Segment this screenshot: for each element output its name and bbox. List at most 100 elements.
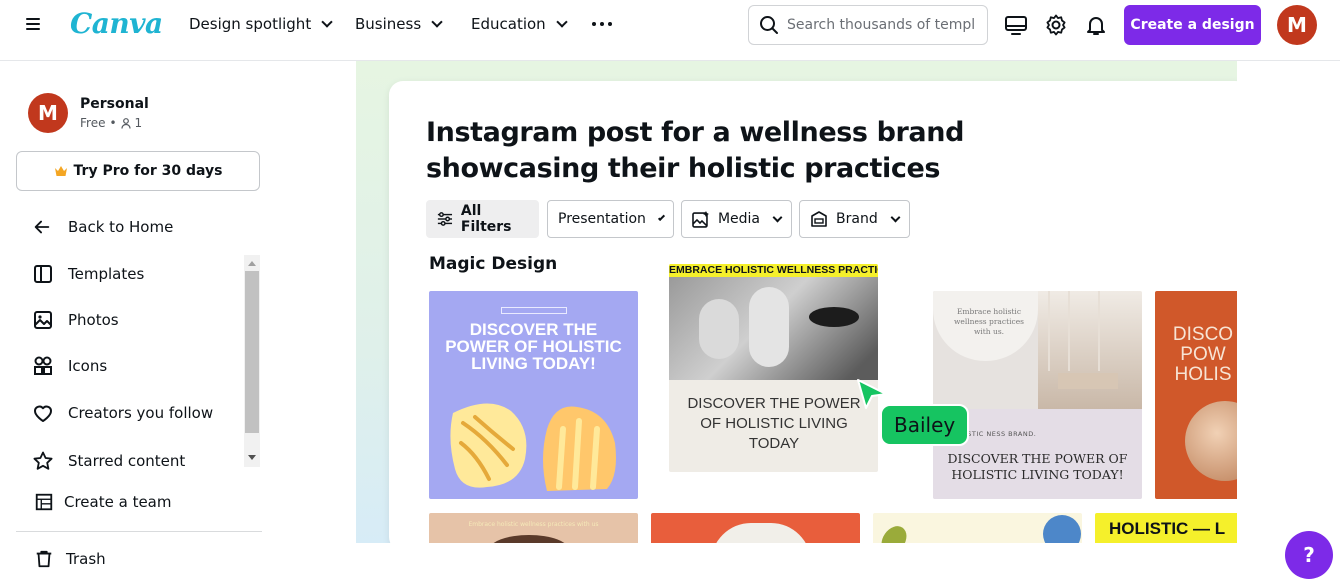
try-pro-label: Try Pro for 30 days	[73, 163, 223, 179]
filter-label: Media	[717, 211, 761, 227]
avatar: M	[28, 93, 68, 133]
nav-business[interactable]: Business	[355, 15, 443, 33]
desktop-icon[interactable]	[1004, 13, 1028, 37]
filter-label: Brand	[836, 211, 878, 227]
sidebar: M Personal Free • 1 Try Pro for 30 days …	[0, 61, 276, 584]
media-filter[interactable]: Media	[681, 200, 792, 238]
sidebar-item-label: Creators you follow	[68, 404, 214, 422]
card-photo	[669, 277, 878, 380]
template-card[interactable]: EMBRACE HOLISTIC WELLNESS PRACTICES DISC…	[669, 264, 878, 472]
search-box[interactable]	[748, 5, 988, 45]
sidebar-item-icons[interactable]: Icons	[32, 355, 107, 377]
divider	[16, 531, 262, 532]
collaborator-cursor-label: Bailey	[880, 404, 970, 446]
top-navigation: Canva Design spotlight Business Educatio…	[0, 0, 1340, 50]
star-icon	[33, 451, 53, 470]
presentation-filter[interactable]: Presentation	[547, 200, 674, 238]
card-photo	[1038, 291, 1142, 409]
chevron-down-icon	[890, 212, 901, 222]
template-card[interactable]: Embrace holistic wellness practices with…	[429, 513, 638, 543]
crown-icon	[54, 166, 67, 176]
account-switcher[interactable]: M Personal Free • 1	[28, 93, 149, 133]
filter-label: Presentation	[558, 211, 646, 227]
magic-design-panel: Instagram post for a wellness brand show…	[389, 81, 1237, 543]
brand-kit-icon	[811, 211, 827, 227]
building-icon	[35, 493, 53, 511]
card-banner: EMBRACE HOLISTIC WELLNESS PRACTICES	[669, 264, 878, 277]
account-meta: Free • 1	[80, 116, 149, 130]
search-input[interactable]	[787, 17, 975, 33]
heart-icon	[34, 405, 52, 422]
try-pro-button[interactable]: Try Pro for 30 days	[16, 151, 260, 191]
back-to-home[interactable]: Back to Home	[32, 217, 173, 237]
scroll-up-arrow[interactable]	[248, 261, 256, 266]
chevron-down-icon	[556, 16, 568, 28]
sidebar-item-label: Photos	[68, 311, 119, 329]
canva-logo[interactable]: Canva	[70, 7, 163, 40]
template-card[interactable]: DISCOVER THE POWER OF HOLISTIC LIVING TO…	[429, 291, 638, 499]
template-card[interactable]: Embrace holistic wellness practices with…	[933, 291, 1142, 499]
card-tagline: Embrace holistic wellness practices with…	[468, 521, 599, 528]
sidebar-item-label: Templates	[68, 265, 145, 283]
nav-label: Education	[471, 15, 546, 33]
create-team-button[interactable]: Create a team	[34, 492, 171, 512]
photo-icon	[34, 311, 52, 329]
sidebar-item-photos[interactable]: Photos	[32, 309, 119, 331]
sidebar-item-label: Starred content	[68, 452, 186, 470]
shapes-icon	[34, 356, 52, 375]
chevron-down-icon	[657, 213, 666, 221]
nav-education[interactable]: Education	[471, 15, 568, 33]
trash-label: Trash	[66, 550, 106, 568]
chevron-down-icon	[772, 212, 783, 222]
card-headline: DISCOVER THE POWER OF HOLISTIC LIVING TO…	[687, 395, 861, 452]
section-heading: Magic Design	[429, 254, 558, 274]
sidebar-item-starred[interactable]: Starred content	[32, 450, 185, 472]
account-name: Personal	[80, 96, 149, 112]
card-tagline: Embrace holistic wellness practices with…	[954, 307, 1024, 336]
card-headline: HOLISTIC — L	[1109, 519, 1226, 538]
bell-icon[interactable]	[1084, 13, 1108, 37]
leaf-illustration	[450, 403, 616, 491]
template-card[interactable]	[651, 513, 860, 543]
media-icon	[692, 211, 709, 228]
menu-icon[interactable]	[26, 15, 46, 35]
card-headline: DISCOVER THE POWER OF HOLISTIC LIVING TO…	[947, 451, 1128, 482]
nav-label: Business	[355, 15, 422, 33]
card-headline: DISCO POW HOLIS	[1172, 324, 1234, 385]
template-card[interactable]: DISCO POW HOLIS	[1155, 291, 1237, 499]
brand-filter[interactable]: Brand	[799, 200, 910, 238]
avatar[interactable]: M	[1277, 5, 1317, 45]
sidebar-item-label: Icons	[68, 357, 108, 375]
help-button[interactable]: ?	[1285, 531, 1333, 579]
sidebar-item-creators[interactable]: Creators you follow	[32, 402, 213, 424]
filter-label: All Filters	[460, 203, 512, 235]
search-icon	[760, 16, 778, 34]
chevron-down-icon	[431, 16, 443, 28]
member-count: 1	[134, 116, 143, 130]
page-title: Instagram post for a wellness brand show…	[426, 117, 964, 184]
card-tagline-box	[501, 307, 567, 314]
separator-dot: •	[109, 116, 117, 130]
create-design-button[interactable]: Create a design	[1124, 5, 1261, 45]
person-icon	[120, 117, 131, 129]
all-filters-button[interactable]: All Filters	[426, 200, 539, 238]
arrow-left-icon	[34, 220, 50, 234]
create-team-label: Create a team	[64, 493, 172, 511]
nav-label: Design spotlight	[189, 15, 312, 33]
sidebar-item-templates[interactable]: Templates	[32, 263, 144, 285]
plan-label: Free	[80, 116, 106, 130]
filter-icon	[437, 212, 453, 226]
chevron-down-icon	[321, 16, 333, 28]
template-card[interactable]	[873, 513, 1082, 543]
scrollbar-thumb[interactable]	[245, 271, 259, 433]
gear-icon[interactable]	[1044, 13, 1068, 37]
trash-button[interactable]: Trash	[34, 549, 106, 569]
nav-design-spotlight[interactable]: Design spotlight	[189, 15, 333, 33]
magic-design-hero: Instagram post for a wellness brand show…	[356, 61, 1237, 543]
scroll-down-arrow[interactable]	[248, 455, 256, 460]
back-label: Back to Home	[68, 218, 174, 236]
card-headline: DISCOVER THE POWER OF HOLISTIC LIVING TO…	[445, 320, 622, 373]
template-card[interactable]: HOLISTIC — L	[1095, 513, 1237, 543]
card-photo	[1185, 401, 1237, 481]
ellipsis-icon[interactable]	[592, 22, 612, 26]
